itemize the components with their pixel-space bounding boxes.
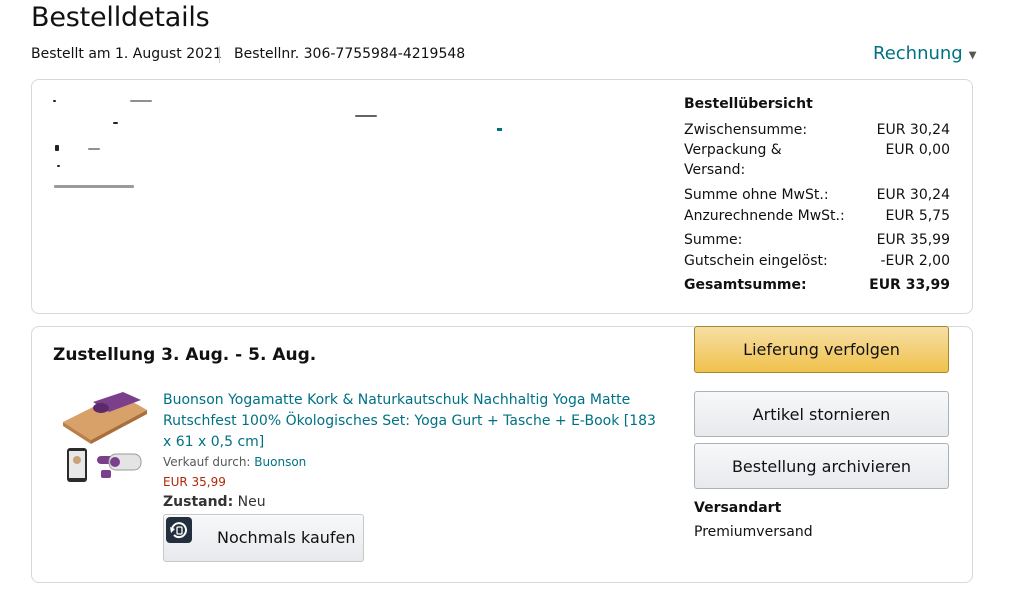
redacted-mark (497, 128, 502, 131)
redacted-mark (55, 145, 59, 151)
condition-value: Neu (237, 494, 266, 510)
grand-total-label: Gesamtsumme: (684, 277, 807, 293)
redacted-mark (130, 100, 152, 102)
seller-prefix: Verkauf durch: (163, 455, 251, 469)
redacted-address (53, 100, 56, 102)
delivery-date: Zustellung 3. Aug. - 5. Aug. (53, 345, 317, 365)
shipping-method-value: Premiumversand (694, 524, 813, 540)
cancel-item-button[interactable]: Artikel stornieren (694, 391, 949, 437)
condition-label: Zustand: (163, 494, 234, 510)
summary-label: Summe: (684, 232, 743, 248)
item-condition: Zustand: Neu (163, 494, 266, 510)
redacted-mark (355, 115, 377, 117)
seller-line: Verkauf durch: Buonson (163, 455, 306, 469)
buy-again-label: Nochmals kaufen (217, 528, 356, 547)
summary-label: Gutschein eingelöst: (684, 253, 828, 269)
buy-again-icon (166, 517, 192, 543)
redacted-mark (88, 148, 100, 150)
buy-again-button[interactable]: Nochmals kaufen (163, 514, 364, 562)
page-title: Bestelldetails (31, 2, 210, 33)
summary-label: Anzurechnende MwSt.: (684, 208, 845, 224)
seller-link[interactable]: Buonson (254, 455, 306, 469)
summary-label: Zwischensumme: (684, 122, 808, 138)
invoice-link[interactable]: Rechnung ▼ (873, 43, 976, 64)
redacted-mark (57, 165, 60, 167)
shipping-method-title: Versandart (694, 500, 782, 516)
summary-label: Summe ohne MwSt.: (684, 187, 829, 203)
summary-title: Bestellübersicht (684, 96, 813, 112)
invoice-label: Rechnung (873, 43, 963, 64)
order-number: Bestellnr. 306-7755984-4219548 (234, 46, 466, 62)
summary-label: Verpackung & Versand: (684, 142, 782, 178)
item-price: EUR 35,99 (163, 475, 226, 489)
summary-value: EUR 35,99 (876, 232, 950, 248)
track-package-button[interactable]: Lieferung verfolgen (694, 326, 949, 373)
archive-order-button[interactable]: Bestellung archivieren (694, 443, 949, 489)
meta-divider (219, 46, 220, 63)
product-title-link[interactable]: Buonson Yogamatte Kork & Naturkautschuk … (163, 390, 668, 453)
redacted-mark (54, 185, 134, 188)
redacted-mark (113, 122, 118, 124)
order-summary-card (31, 79, 973, 314)
summary-value: -EUR 2,00 (880, 253, 951, 269)
summary-value: EUR 5,75 (885, 208, 950, 224)
grand-total-value: EUR 33,99 (869, 277, 950, 293)
product-image[interactable] (57, 390, 149, 486)
summary-value: EUR 0,00 (885, 142, 950, 158)
summary-value: EUR 30,24 (876, 122, 950, 138)
order-date: Bestellt am 1. August 2021 (31, 46, 222, 62)
chevron-down-icon: ▼ (968, 49, 977, 61)
summary-value: EUR 30,24 (876, 187, 950, 203)
